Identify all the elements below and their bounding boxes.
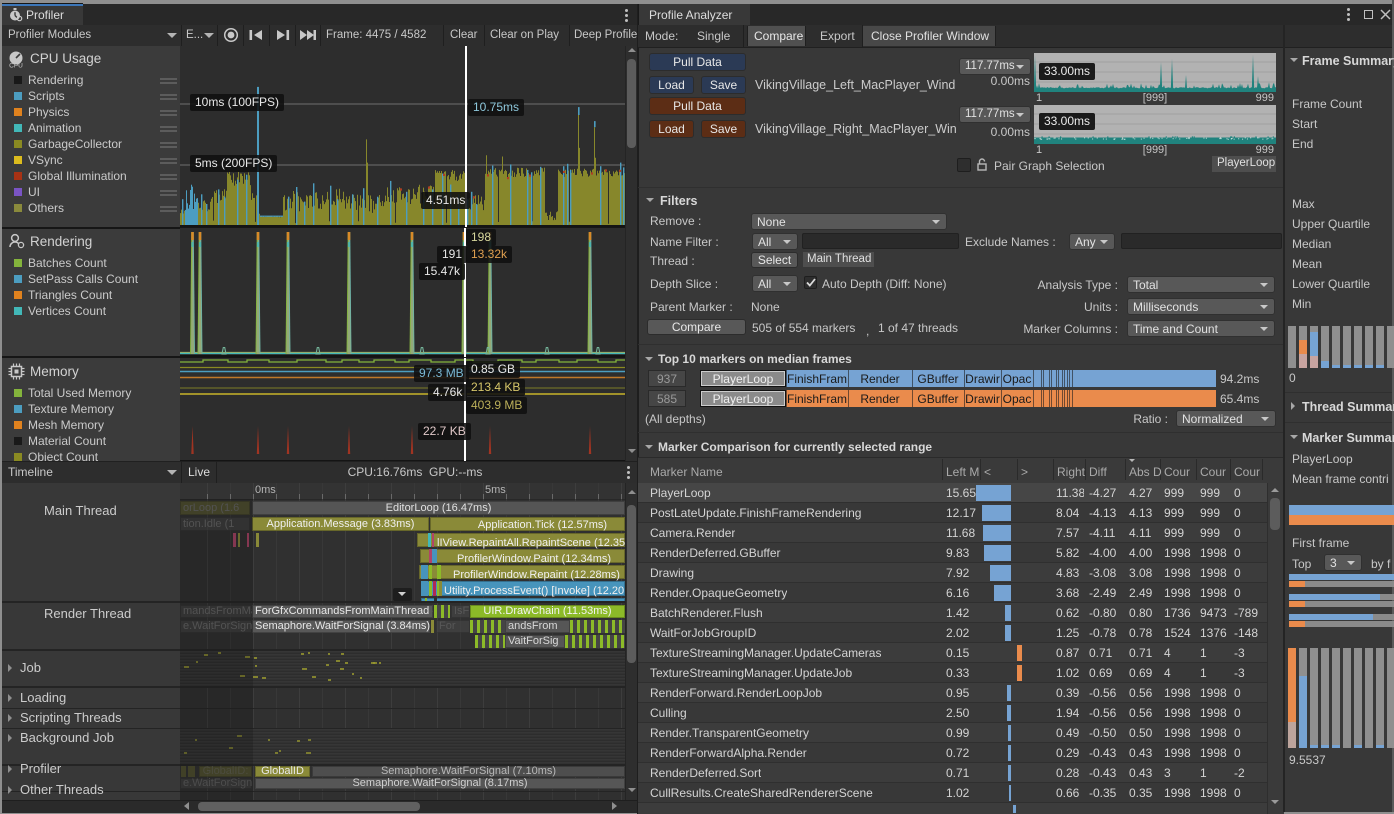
svg-text:CPU: CPU bbox=[9, 63, 23, 69]
